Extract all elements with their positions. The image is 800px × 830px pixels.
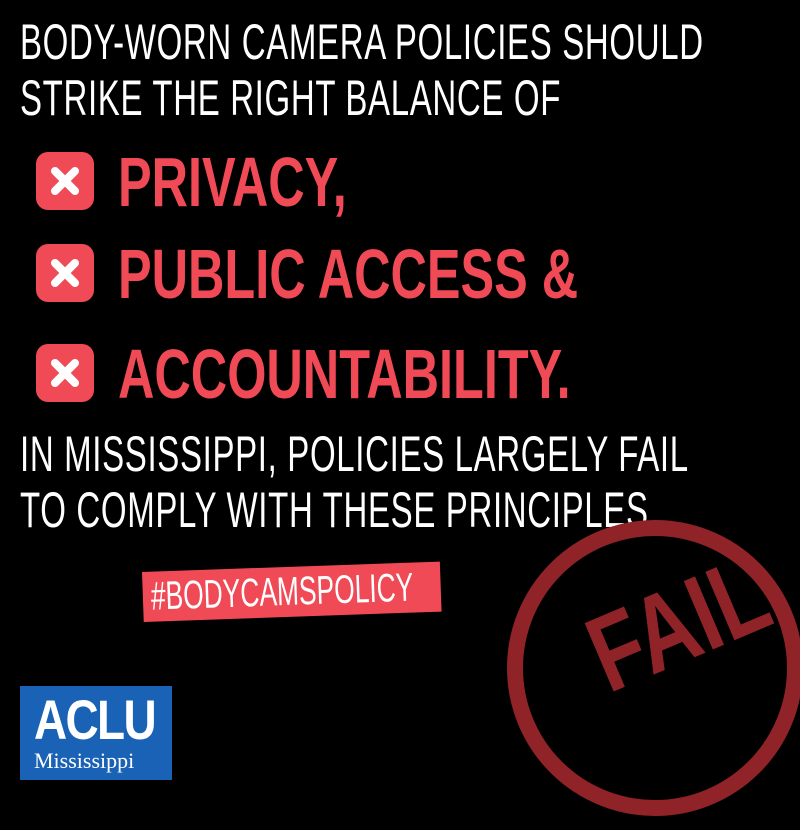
principle-label: ACCOUNTABILITY. [118,335,571,413]
hashtag-badge: #BODYCAMSPOLICY [142,561,442,622]
aclu-logo: ACLU Mississippi [20,686,172,780]
headline-line-1: BODY-WORN CAMERA POLICIES SHOULD [20,14,704,70]
principle-label: PRIVACY, [118,143,347,221]
x-box-icon [36,344,94,402]
logo-sub-text: Mississippi [34,748,135,773]
principle-label: PUBLIC ACCESS & [118,235,579,313]
subline-line-1: IN MISSISSIPPI, POLICIES LARGELY FAIL [20,426,689,482]
fail-stamp: FAIL [495,520,800,830]
x-box-icon [36,152,94,210]
hashtag-text: #BODYCAMSPOLICY [150,565,415,619]
headline: BODY-WORN CAMERA POLICIES SHOULD STRIKE … [20,14,704,126]
headline-line-2: STRIKE THE RIGHT BALANCE OF [20,70,562,126]
logo-main-text: ACLU [34,688,157,751]
x-box-icon [36,244,94,302]
